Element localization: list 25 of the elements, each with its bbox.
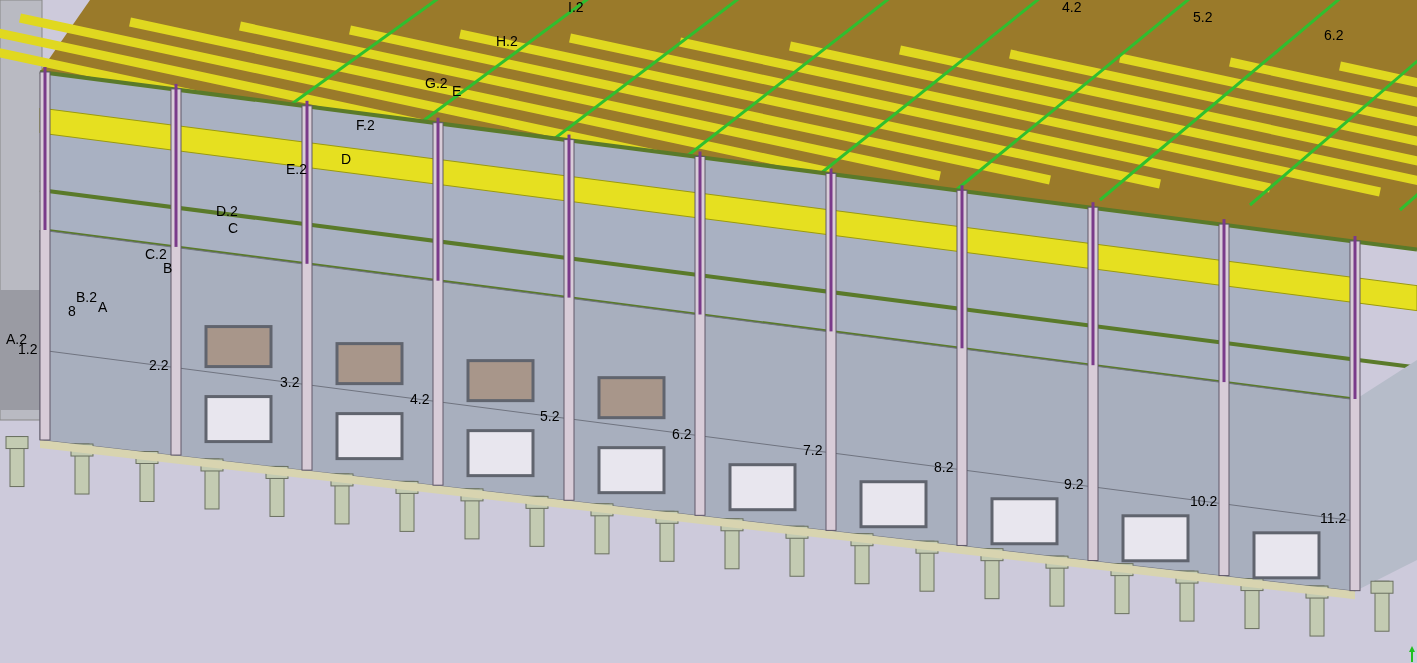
grid-label: 8	[68, 304, 76, 318]
grid-label: B	[163, 261, 173, 275]
grid-label: 7.2	[803, 443, 823, 457]
grid-label: C	[228, 221, 239, 235]
grid-label: 8.2	[934, 460, 954, 474]
grid-label: 5.2	[1193, 10, 1213, 24]
grid-label: G.2	[425, 76, 448, 90]
grid-label: 5.2	[540, 409, 560, 423]
grid-label: 2.2	[149, 358, 169, 372]
grid-label: B.2	[76, 290, 97, 304]
grid-label: A	[98, 300, 108, 314]
grid-label: 3.2	[280, 375, 300, 389]
grid-label: 6.2	[1324, 28, 1344, 42]
grid-label: 10.2	[1190, 494, 1218, 508]
grid-label: D	[341, 152, 352, 166]
grid-label: E	[452, 84, 462, 98]
grid-label: C.2	[145, 247, 167, 261]
grid-label: 4.2	[410, 392, 430, 406]
grid-label: 4.2	[1062, 0, 1082, 14]
grid-label: 6.2	[672, 427, 692, 441]
grid-label: F.2	[356, 118, 375, 132]
grid-label: 9.2	[1064, 477, 1084, 491]
axis-triad-icon	[1409, 646, 1415, 663]
grid-label: 11.2	[1320, 511, 1347, 525]
grid-label: H.2	[496, 34, 518, 48]
